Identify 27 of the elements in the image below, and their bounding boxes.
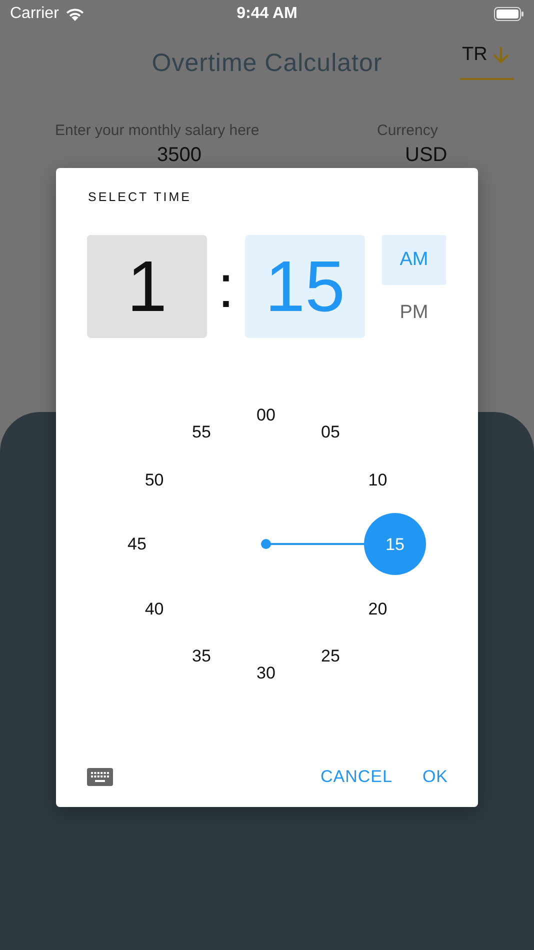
clock-time: 9:44 AM xyxy=(236,5,298,23)
wifi-icon xyxy=(64,6,85,22)
currency-field[interactable]: USD xyxy=(377,144,448,167)
app-title: Overtime Calculator xyxy=(152,48,382,78)
language-button[interactable]: TR xyxy=(460,44,514,80)
minute-option[interactable]: 05 xyxy=(321,424,340,441)
hour-field[interactable]: 1 xyxy=(87,235,207,338)
minute-option[interactable]: 10 xyxy=(368,471,388,488)
battery-icon xyxy=(494,7,524,21)
period-toggle[interactable]: PM xyxy=(382,288,446,338)
minute-option[interactable]: 30 xyxy=(256,664,276,682)
down-arrow-icon xyxy=(491,45,512,65)
carrier-label: Carrier xyxy=(10,5,59,23)
minute-option[interactable]: 00 xyxy=(256,406,276,424)
minute-option[interactable]: 55 xyxy=(192,424,211,441)
minute-option[interactable]: 25 xyxy=(321,647,340,664)
minute-option[interactable]: 20 xyxy=(368,600,388,617)
minute-option[interactable]: 45 xyxy=(128,536,146,552)
keyboard-icon[interactable] xyxy=(87,768,113,786)
currency-label: Currency xyxy=(377,122,439,139)
minute-option[interactable]: 40 xyxy=(144,600,164,617)
minute-option[interactable]: 50 xyxy=(144,471,164,488)
dialog-title: SELECT TIME xyxy=(88,190,192,204)
salary-label: Enter your monthly salary here xyxy=(55,122,260,139)
salary-field[interactable]: 3500 xyxy=(55,144,377,167)
time-separator: : xyxy=(216,252,236,322)
minute-option[interactable]: 35 xyxy=(192,647,211,664)
